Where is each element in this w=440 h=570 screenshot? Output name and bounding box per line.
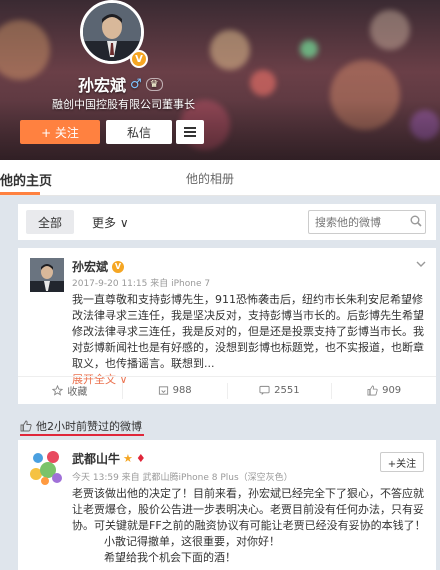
weibo-search-input[interactable]	[308, 210, 426, 234]
menu-icon	[184, 127, 196, 137]
cover-light-decoration	[0, 20, 50, 80]
post-body-text: 我一直尊敬和支持彭博先生，911恐怖袭击后，纽约市长朱利安尼希望修改法律寻求三连…	[72, 293, 424, 370]
profile-name: 孙宏斌 ♂ ♛	[78, 72, 163, 96]
liked-posts-label: 他2小时前赞过的微博	[20, 418, 142, 434]
post-body-line: 小散记得撤单，这很重要，对你好！	[104, 535, 280, 548]
repost-icon	[158, 386, 168, 395]
star-icon	[52, 385, 64, 396]
active-tab-indicator	[0, 192, 40, 195]
cover-light-decoration	[300, 40, 318, 58]
flame-badge-icon: ♦	[135, 452, 146, 465]
star-badge-icon: ★	[123, 452, 133, 465]
post-body-line: 希望给我个机会下面的酒！	[104, 551, 236, 564]
tab-album[interactable]: 他的相册	[186, 170, 234, 187]
person-avatar-image	[30, 258, 64, 292]
post-timestamp-source: 今天 13:59 来自 武都山腾iPhone 8 Plus（深空灰色）	[72, 473, 293, 483]
comment-icon	[259, 385, 270, 396]
favorite-label: 收藏	[67, 387, 88, 398]
like-count: 909	[382, 385, 402, 396]
thumbs-up-icon	[367, 385, 378, 396]
cartoon-avatar-image	[28, 450, 64, 486]
cover-light-decoration	[210, 30, 250, 70]
like-button[interactable]: 909	[332, 383, 436, 399]
cover-light-decoration	[250, 70, 276, 96]
post-author-name-text: 孙宏斌	[72, 260, 109, 274]
follow-author-button[interactable]: +关注	[380, 452, 424, 472]
message-button[interactable]: 私信	[106, 120, 172, 144]
post-body-text: 老贾该做出他的决定了！目前来看，孙宏斌已经完全下了狠心，不答应就让老贾爆仓，股价…	[72, 487, 426, 532]
member-rank-icon: ♛	[145, 77, 163, 91]
feed-filter-bar: 全部 更多 ∨	[18, 204, 436, 240]
tab-home[interactable]: 他的主页	[0, 170, 52, 189]
more-menu-button[interactable]	[176, 120, 204, 144]
post-timestamp-source: 2017-9-20 11:15 来自 iPhone 7	[72, 279, 211, 289]
thumbs-up-icon	[20, 420, 32, 432]
post-action-bar: 收藏 988 2551 909	[18, 376, 436, 404]
filter-more-dropdown[interactable]: 更多 ∨	[92, 214, 129, 231]
verified-badge-icon: V	[130, 50, 148, 68]
cover-light-decoration	[370, 10, 410, 50]
post-body: 我一直尊敬和支持彭博先生，911恐怖袭击后，纽约市长朱利安尼希望修改法律寻求三连…	[72, 292, 430, 388]
male-gender-icon: ♂	[130, 76, 142, 92]
favorite-button[interactable]: 收藏	[18, 382, 123, 399]
repost-button[interactable]: 988	[123, 382, 228, 399]
verified-badge-icon: V	[112, 260, 125, 273]
liked-label-text: 他2小时前赞过的微博	[36, 420, 142, 433]
post-author-avatar[interactable]	[30, 258, 64, 292]
liked-weibo-post: 武都山牛 ★ ♦ 今天 13:59 来自 武都山腾iPhone 8 Plus（深…	[18, 440, 436, 570]
red-underline-annotation	[20, 434, 144, 436]
post-body: 老贾该做出他的决定了！目前来看，孙宏斌已经完全下了狠心，不答应就让老贾爆仓，股价…	[72, 486, 430, 566]
search-icon[interactable]	[410, 215, 422, 227]
profile-tab-bar: 他的主页 他的相册	[0, 160, 440, 196]
profile-cover: V 孙宏斌 ♂ ♛ 融创中国控股有限公司董事长 + 关注 私信	[0, 0, 440, 160]
chevron-down-icon[interactable]	[416, 260, 426, 268]
post-author-name[interactable]: 武都山牛 ★ ♦	[72, 450, 146, 467]
post-author-name-text: 武都山牛	[72, 452, 121, 466]
follow-button[interactable]: + 关注	[20, 120, 100, 144]
profile-name-text: 孙宏斌	[78, 76, 127, 95]
post-author-name[interactable]: 孙宏斌 V	[72, 258, 125, 275]
post-author-avatar[interactable]	[28, 450, 64, 486]
profile-description: 融创中国控股有限公司董事长	[52, 98, 195, 111]
filter-all-button[interactable]: 全部	[26, 210, 74, 234]
comment-button[interactable]: 2551	[228, 382, 333, 399]
repost-count: 988	[172, 385, 192, 396]
weibo-post: 孙宏斌 V 2017-9-20 11:15 来自 iPhone 7 我一直尊敬和…	[18, 248, 436, 404]
comment-count: 2551	[274, 385, 300, 396]
